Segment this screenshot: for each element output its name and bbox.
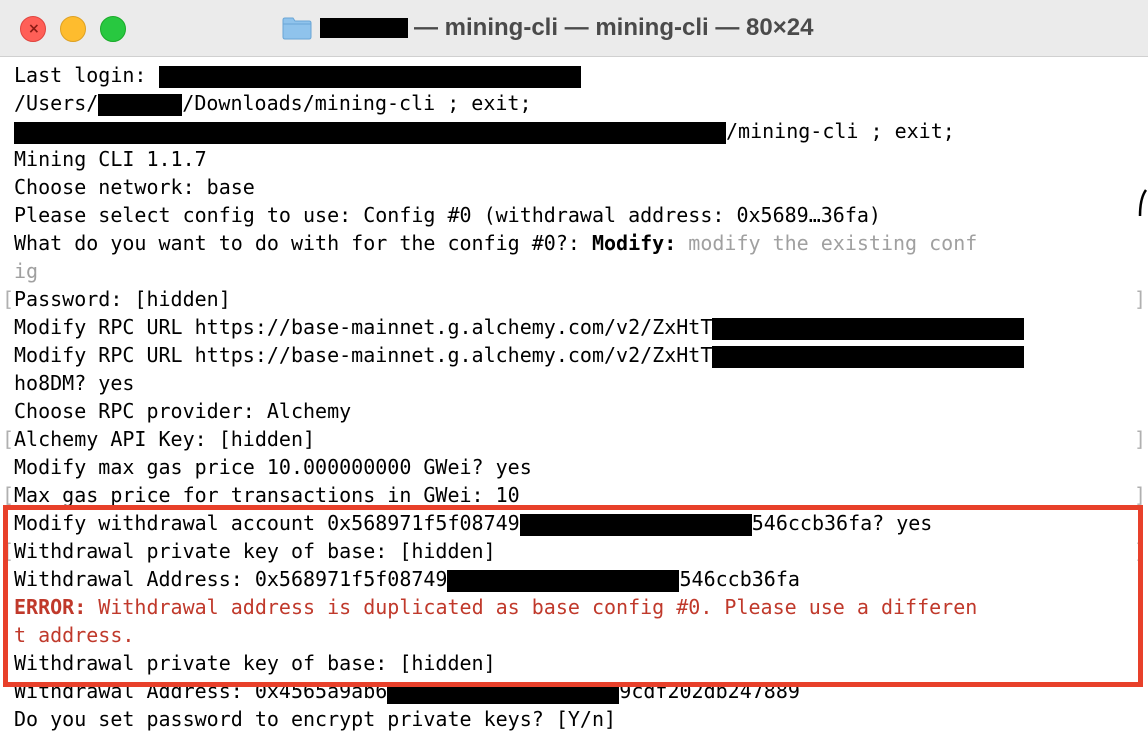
terminal-line: ho8DM? yes <box>14 371 135 395</box>
minimize-button[interactable] <box>60 16 86 42</box>
prompt-bracket-right: ] <box>1134 287 1147 311</box>
maximize-button[interactable] <box>100 16 126 42</box>
terminal-line: Modify RPC URL https://base-mainnet.g.al… <box>14 313 1025 341</box>
close-button[interactable]: × <box>20 16 46 42</box>
terminal-line: Alchemy API Key: [hidden] <box>14 427 316 451</box>
terminal-line: Choose RPC provider: Alchemy <box>14 399 352 423</box>
terminal-line: Choose network: base <box>14 175 255 199</box>
error-highlight-box <box>3 505 1143 687</box>
prompt-bracket-left: [ <box>2 287 15 311</box>
close-icon: × <box>28 21 40 37</box>
redaction-bar <box>158 65 581 88</box>
terminal-line: What do you want to do with for the conf… <box>14 231 978 255</box>
terminal-line: /Users//Downloads/mining-cli ; exit; <box>14 91 532 116</box>
prompt-bracket-right: ] <box>1134 427 1147 451</box>
terminal-prompt-line: Do you set password to encrypt private k… <box>14 707 617 731</box>
window-edge-mark <box>1138 189 1148 217</box>
terminal-line: Password: [hidden] <box>14 287 231 311</box>
window-title-text: — mining-cli — mining-cli — 80×24 <box>414 14 814 41</box>
terminal-line: Modify max gas price 10.000000000 GWei? … <box>14 455 532 479</box>
redaction-bar <box>14 121 726 144</box>
redaction-bar <box>712 345 1025 368</box>
terminal-line: ig <box>14 259 39 283</box>
prompt-bracket-left: [ <box>2 427 15 451</box>
redacted-folder-name <box>320 18 408 38</box>
title-bar: × — mining-cli — mining-cli — 80×24 <box>0 0 1148 57</box>
terminal-line: Last login: <box>14 61 581 89</box>
redaction-bar <box>712 317 1025 340</box>
terminal-line: Mining CLI 1.1.7 <box>14 147 207 171</box>
window-title: — mining-cli — mining-cli — 80×24 <box>282 12 813 44</box>
redaction-bar <box>98 93 183 116</box>
terminal-line: Modify RPC URL https://base-mainnet.g.al… <box>14 341 1025 369</box>
folder-icon <box>282 17 312 40</box>
terminal-line: Please select config to use: Config #0 (… <box>14 203 881 227</box>
terminal-line: /mining-cli ; exit; <box>14 117 955 145</box>
